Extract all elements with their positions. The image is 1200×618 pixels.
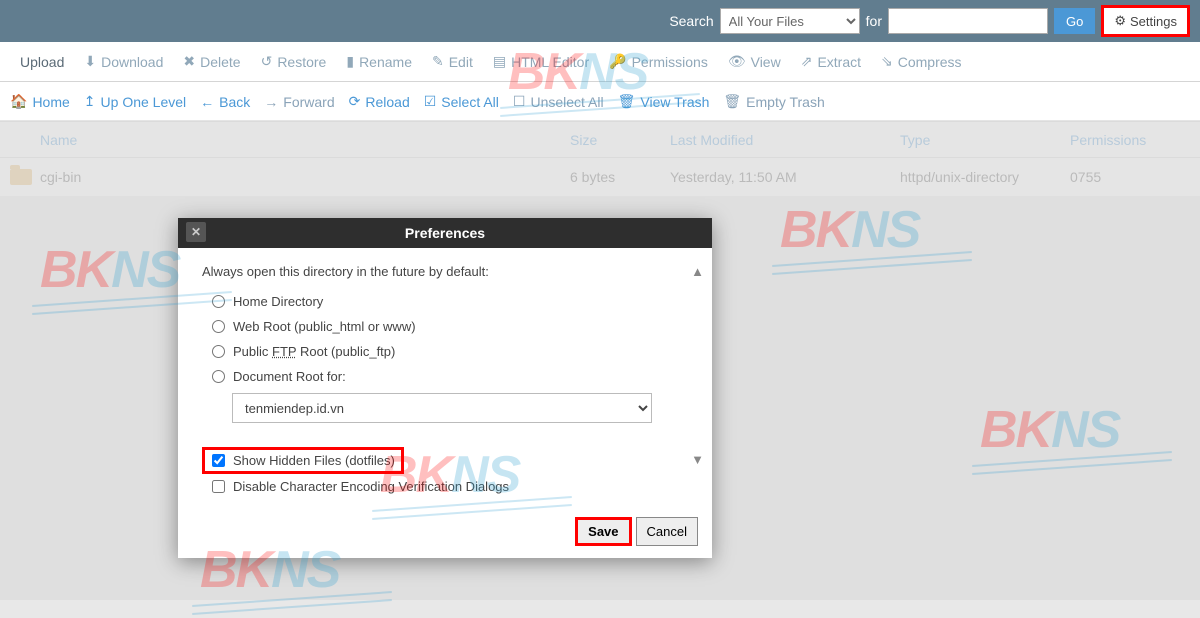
save-button[interactable]: Save — [575, 517, 631, 546]
upload-button[interactable]: Upload — [10, 54, 74, 70]
key-icon: 🔑 — [609, 53, 626, 70]
checkbox-disable-encoding[interactable]: Disable Character Encoding Verification … — [202, 474, 688, 499]
unselect-all-button[interactable]: ☐Unselect All — [513, 93, 604, 110]
trash-icon: 🗑 — [723, 93, 741, 110]
preferences-modal: ✕ Preferences ▲ Always open this directo… — [178, 218, 712, 558]
radio-document-root[interactable]: Document Root for: — [202, 364, 688, 389]
delete-button[interactable]: ✖Delete — [173, 53, 250, 70]
trash-icon: 🗑 — [618, 93, 636, 110]
back-icon: ← — [200, 94, 214, 110]
back-button[interactable]: ←Back — [200, 94, 250, 110]
radio-input[interactable] — [212, 370, 225, 383]
view-button[interactable]: 👁View — [718, 53, 791, 70]
forward-icon: → — [264, 94, 278, 110]
edit-button[interactable]: ✎Edit — [422, 53, 483, 70]
x-icon: ✖ — [183, 53, 195, 70]
checkbox-input[interactable] — [212, 480, 225, 493]
download-icon: ⬇ — [84, 53, 96, 70]
permissions-button[interactable]: 🔑Permissions — [599, 53, 718, 70]
compress-button[interactable]: ⇘Compress — [871, 53, 972, 70]
radio-input[interactable] — [212, 320, 225, 333]
up-icon: ↥ — [84, 93, 96, 110]
rename-button[interactable]: ▮Rename — [336, 53, 422, 70]
checkbox-show-hidden-files[interactable]: Show Hidden Files (dotfiles) — [202, 447, 404, 474]
scroll-down-icon[interactable]: ▼ — [691, 452, 704, 467]
forward-button[interactable]: →Forward — [264, 94, 334, 110]
radio-web-root[interactable]: Web Root (public_html or www) — [202, 314, 688, 339]
checkbox-input[interactable] — [212, 454, 225, 467]
tag-icon: ▮ — [346, 53, 354, 70]
modal-footer: Save Cancel — [178, 509, 712, 558]
modal-titlebar: ✕ Preferences — [178, 218, 712, 248]
scroll-up-icon[interactable]: ▲ — [691, 264, 704, 279]
extract-icon: ⇗ — [801, 53, 813, 70]
undo-icon: ↺ — [261, 53, 273, 70]
close-icon[interactable]: ✕ — [186, 222, 206, 242]
download-button[interactable]: ⬇Download — [74, 53, 173, 70]
for-label: for — [866, 13, 882, 29]
modal-prompt: Always open this directory in the future… — [202, 264, 688, 279]
nav-toolbar: 🏠Home ↥Up One Level ←Back →Forward ⟳Relo… — [0, 82, 1200, 122]
pencil-icon: ✎ — [432, 53, 444, 70]
home-icon: 🏠 — [10, 93, 27, 110]
top-search-bar: Search All Your Files for Go ⚙ Settings — [0, 0, 1200, 42]
search-label: Search — [669, 13, 713, 29]
uncheck-icon: ☐ — [513, 93, 526, 110]
settings-button-label: Settings — [1130, 14, 1177, 29]
cancel-button[interactable]: Cancel — [636, 517, 698, 546]
empty-trash-button[interactable]: 🗑Empty Trash — [723, 93, 824, 110]
modal-title: Preferences — [405, 225, 485, 241]
go-button[interactable]: Go — [1054, 8, 1095, 34]
code-icon: ▤ — [493, 53, 506, 70]
radio-home-directory[interactable]: Home Directory — [202, 289, 688, 314]
restore-button[interactable]: ↺Restore — [251, 53, 337, 70]
html-editor-button[interactable]: ▤HTML Editor — [483, 53, 599, 70]
settings-button[interactable]: ⚙ Settings — [1101, 5, 1190, 37]
home-button[interactable]: 🏠Home — [10, 93, 70, 110]
reload-button[interactable]: ⟳Reload — [349, 93, 410, 110]
check-icon: ☑ — [424, 93, 437, 110]
radio-input[interactable] — [212, 345, 225, 358]
document-root-select[interactable]: tenmiendep.id.vn — [232, 393, 652, 423]
select-all-button[interactable]: ☑Select All — [424, 93, 499, 110]
view-trash-button[interactable]: 🗑View Trash — [618, 93, 710, 110]
extract-button[interactable]: ⇗Extract — [791, 53, 871, 70]
eye-icon: 👁 — [728, 53, 746, 70]
search-location-select[interactable]: All Your Files — [720, 8, 860, 34]
radio-public-ftp[interactable]: Public FTP Root (public_ftp) — [202, 339, 688, 364]
compress-icon: ⇘ — [881, 53, 893, 70]
action-toolbar: Upload ⬇Download ✖Delete ↺Restore ▮Renam… — [0, 42, 1200, 82]
search-input[interactable] — [888, 8, 1048, 34]
reload-icon: ⟳ — [349, 93, 361, 110]
radio-input[interactable] — [212, 295, 225, 308]
gear-icon: ⚙ — [1114, 13, 1126, 29]
up-one-level-button[interactable]: ↥Up One Level — [84, 93, 186, 110]
